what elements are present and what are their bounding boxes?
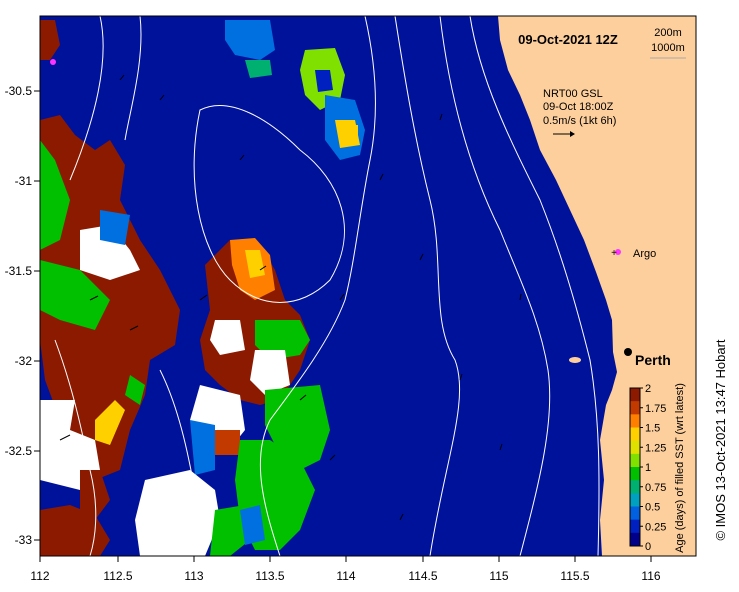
y-tick-label: -31.5 (5, 264, 33, 278)
perth-label: Perth (635, 352, 671, 368)
colorbar-band (630, 519, 640, 534)
y-tick-label: -30.5 (5, 84, 33, 98)
colorbar-band (630, 440, 640, 455)
colorbar-band (630, 427, 640, 442)
y-tick-label: -33 (15, 533, 33, 547)
colorbar-tick-label: 1.25 (645, 442, 666, 454)
argo-label: Argo (633, 248, 656, 260)
colorbar-tick-label: 1 (645, 462, 651, 474)
sst-age-map: 09-Oct-2021 12Z 200m 1000m NRT00 GSL 09-… (5, 15, 728, 583)
depth-legend-1000m: 1000m (651, 42, 685, 54)
y-tick-label: -31 (15, 174, 33, 188)
vector-note-line1: NRT00 GSL (543, 88, 603, 100)
rottnest-island (569, 357, 581, 363)
datetime-label: 09-Oct-2021 12Z (518, 32, 618, 47)
argo-marker-nw (50, 59, 56, 65)
colorbar-band (630, 467, 640, 481)
vector-note-line2: 09-Oct 18:00Z (543, 101, 614, 113)
colorbar-band (630, 532, 640, 547)
vector-note-line3: 0.5m/s (1kt 6h) (543, 115, 616, 127)
y-tick-label: -32 (15, 354, 33, 368)
colorbar-band (630, 388, 640, 402)
y-axis: -30.5 -31 -31.5 -32 -32.5 -33 (5, 84, 40, 547)
x-tick-label: 112 (30, 569, 49, 583)
x-tick-label: 115 (489, 569, 508, 583)
depth-legend-200m: 200m (654, 27, 682, 39)
colorbar-tick-label: 1.75 (645, 403, 666, 415)
perth-marker (624, 348, 632, 356)
colorbar-bands (630, 388, 640, 547)
x-axis: 112 112.5 113 113.5 114 114.5 115 115.5 … (30, 556, 661, 583)
colorbar-tick-label: 0 (645, 541, 651, 553)
colorbar-band (630, 480, 640, 494)
colorbar-tick-label: 0.5 (645, 502, 660, 514)
colorbar-band (630, 493, 640, 507)
colorbar-tick-label: 1.5 (645, 423, 660, 435)
credit-label: © IMOS 13-Oct-2021 13:47 Hobart (713, 339, 728, 540)
colorbar-tick-label: 2 (645, 383, 651, 395)
svg-text:+: + (611, 248, 617, 259)
x-tick-label: 114.5 (408, 569, 437, 583)
x-tick-label: 116 (641, 569, 660, 583)
colorbar-band (630, 414, 640, 428)
y-tick-label: -32.5 (5, 444, 33, 458)
colorbar-band (630, 401, 640, 415)
colorbar-tick-label: 0.25 (645, 521, 666, 533)
colorbar-tick-label: 0.75 (645, 482, 666, 494)
colorbar-band (630, 506, 640, 521)
x-tick-label: 112.5 (103, 569, 132, 583)
x-tick-label: 113 (184, 569, 203, 583)
colorbar-label: Age (days) of filled SST (wrt latest) (674, 383, 686, 553)
colorbar-band (630, 453, 640, 468)
x-tick-label: 114 (336, 569, 355, 583)
x-tick-label: 113.5 (255, 569, 284, 583)
x-tick-label: 115.5 (560, 569, 589, 583)
